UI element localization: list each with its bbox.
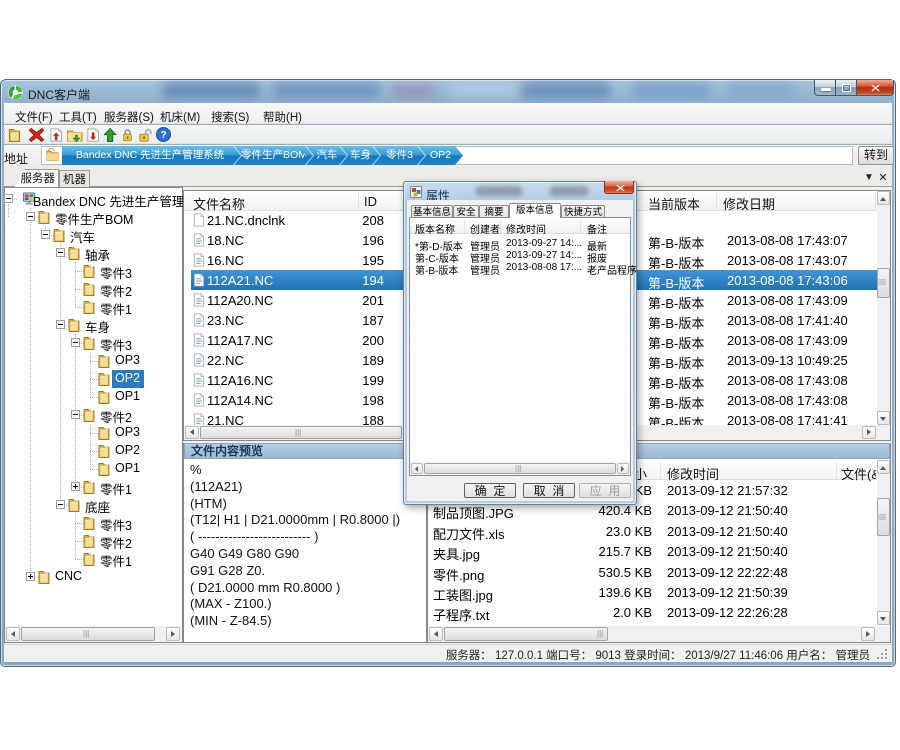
svg-text:?: ? [160, 130, 166, 141]
